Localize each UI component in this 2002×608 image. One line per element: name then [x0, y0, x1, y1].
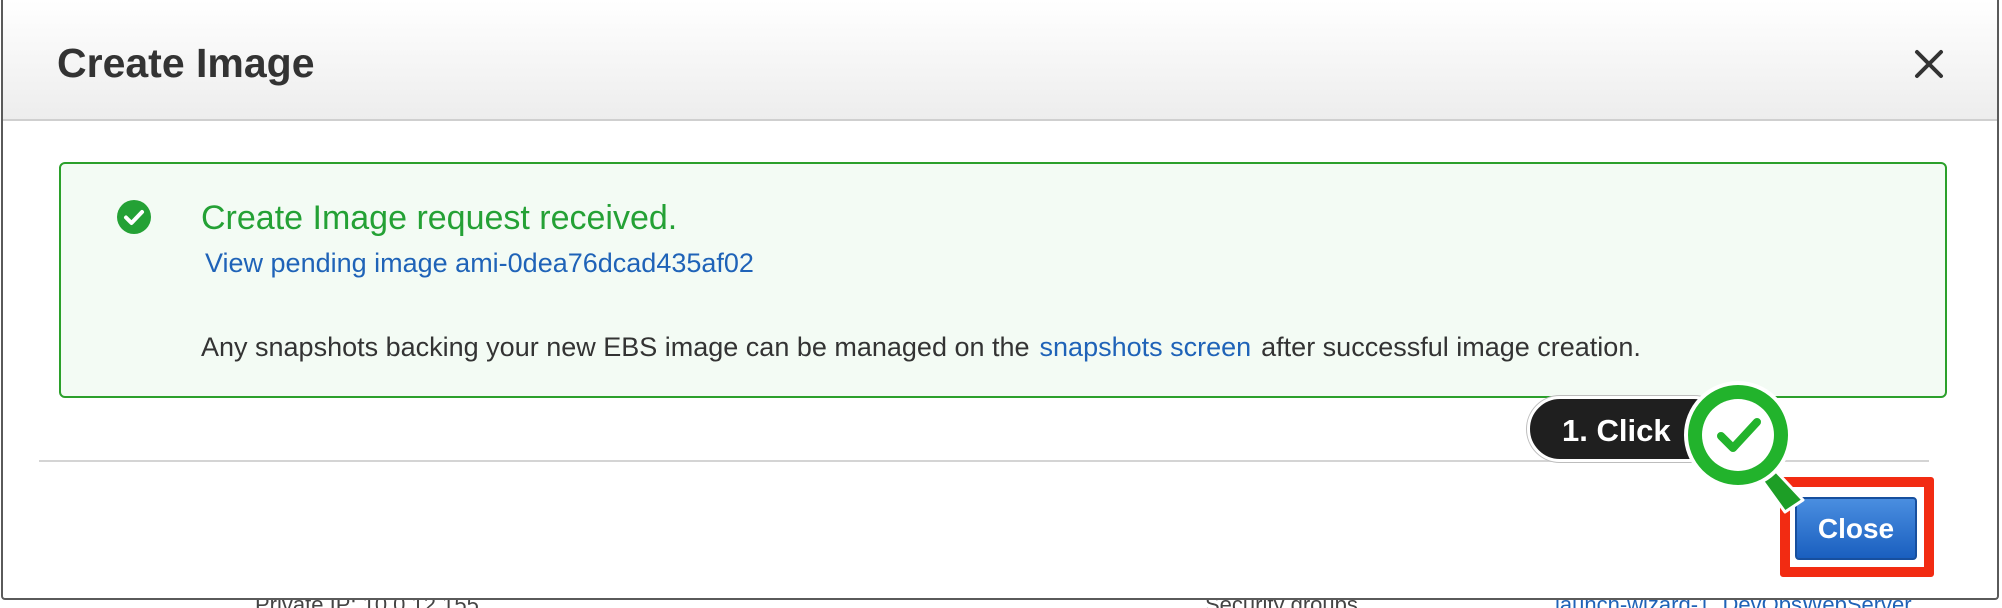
- view-pending-image-link[interactable]: View pending image ami-0dea76dcad435af02: [205, 248, 754, 279]
- snapshots-screen-link[interactable]: snapshots screen: [1040, 332, 1252, 362]
- success-title: Create Image request received.: [201, 199, 678, 237]
- magnifier-check-icon: [1675, 372, 1825, 522]
- success-alert: Create Image request received. View pend…: [59, 162, 1947, 398]
- modal-title: Create Image: [57, 40, 315, 86]
- snapshots-message-after: after successful image creation.: [1261, 332, 1641, 362]
- snapshots-message-before: Any snapshots backing your new EBS image…: [201, 332, 1030, 362]
- step-callout-label: 1. Click: [1562, 413, 1671, 448]
- modal-header: Create Image: [3, 0, 1997, 121]
- snapshots-message: Any snapshots backing your new EBS image…: [201, 332, 1641, 363]
- check-circle-icon: [116, 199, 152, 235]
- close-icon[interactable]: [1907, 42, 1951, 86]
